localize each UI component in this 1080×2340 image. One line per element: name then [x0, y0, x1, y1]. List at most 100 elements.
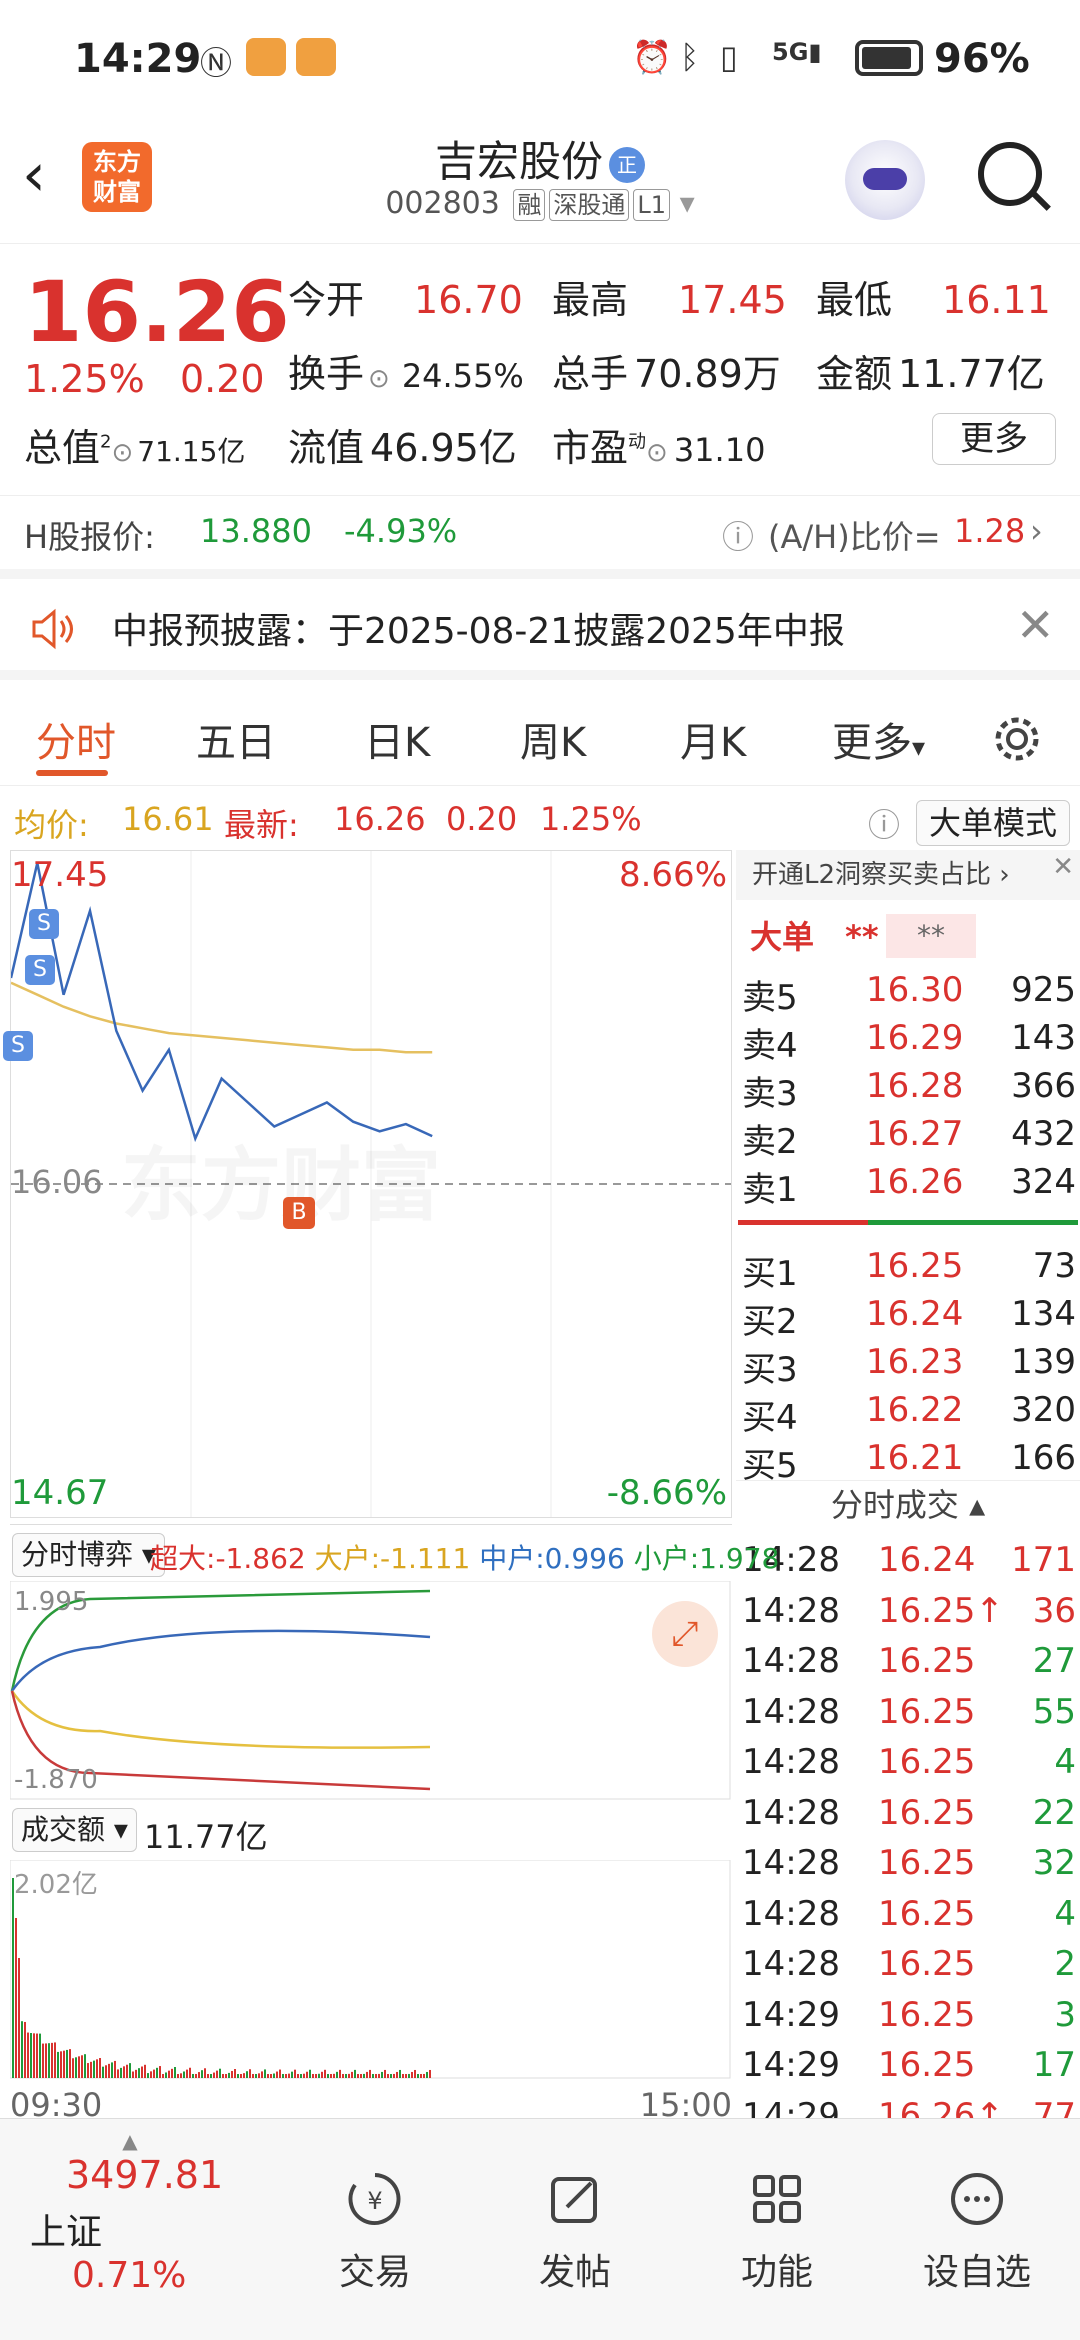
nav-post[interactable]: 发帖: [510, 2169, 640, 2295]
ask-row[interactable]: 卖3 16.28 366: [736, 1062, 1080, 1114]
notice-banner[interactable]: 中报预披露：于2025-08-21披露2025年中报 ✕: [0, 580, 1080, 680]
info-icon[interactable]: ⊙: [111, 438, 133, 468]
sell-marker[interactable]: S: [25, 955, 55, 985]
y-min-pct-label: -8.66%: [606, 1473, 727, 1513]
close-icon[interactable]: ✕: [1016, 598, 1055, 652]
l2-promo[interactable]: 开通L2洞察买卖占比 › ✕: [736, 850, 1080, 900]
high-label: 最高: [552, 278, 629, 322]
nav-features[interactable]: 功能: [712, 2169, 842, 2295]
volume-bar: [231, 2070, 233, 2078]
bid-row[interactable]: 买2 16.24 134: [736, 1290, 1080, 1342]
tick-price: 16.25: [878, 1691, 976, 1732]
ratio-bar-buy: [868, 1220, 1078, 1225]
volume-bar: [321, 2071, 323, 2078]
volume-bar: [120, 2067, 122, 2078]
nav-add-watchlist[interactable]: 设自选: [912, 2169, 1042, 2295]
volume-bar: [399, 2069, 401, 2078]
search-icon[interactable]: [978, 142, 1042, 206]
avg-value: 16.61: [122, 800, 214, 838]
intraday-chart[interactable]: 17.45 8.66% 16.06 14.67 -8.66% 东方财富 S S …: [3, 850, 732, 1518]
volume-bar: [378, 2073, 380, 2078]
ask-row[interactable]: 卖4 16.29 143: [736, 1014, 1080, 1066]
nav-trade[interactable]: ¥ 交易: [310, 2169, 440, 2295]
ask-row[interactable]: 卖5 16.30 925: [736, 966, 1080, 1018]
volume-bar: [258, 2073, 260, 2078]
ask-row-price: 16.29: [866, 1018, 964, 1058]
volume-bar: [309, 2069, 311, 2078]
volume-bar: [219, 2068, 221, 2078]
volume-bar: [348, 2073, 350, 2078]
info-icon[interactable]: ⊙: [368, 364, 390, 394]
ticks-header[interactable]: 分时成交 ▴: [736, 1480, 1080, 1530]
volume-chart[interactable]: 成交额 ▾ 11.77亿 2.02亿 09:30 15:00: [10, 1808, 732, 2124]
volume-selector[interactable]: 成交额 ▾: [12, 1808, 137, 1852]
volume-bar: [354, 2069, 356, 2078]
low-field: 最低 16.11: [816, 269, 1051, 324]
superscript: 动: [628, 431, 647, 453]
buy-marker[interactable]: B: [283, 1197, 315, 1229]
gear-icon[interactable]: [990, 712, 1044, 766]
sell-marker[interactable]: S: [3, 1031, 33, 1061]
sell-marker[interactable]: S: [29, 909, 59, 939]
caret-up-icon: ▴: [969, 1486, 986, 1524]
volume-bar: [210, 2074, 212, 2078]
bid-row[interactable]: 买4 16.22 320: [736, 1386, 1080, 1438]
ask-row-volume: 432: [1011, 1114, 1076, 1154]
tab-daily-k[interactable]: 日K: [364, 710, 430, 768]
tab-intraday[interactable]: 分时: [36, 710, 116, 768]
bid-row-label: 买3: [742, 1350, 798, 1390]
volume-bar: [387, 2074, 389, 2078]
flow-selector[interactable]: 分时博弈 ▾: [12, 1533, 165, 1577]
ai-assistant-icon[interactable]: [845, 140, 925, 220]
volume-bar: [423, 2073, 425, 2078]
volume-value: 70.89万: [634, 352, 781, 396]
mid-holder-line: [10, 1629, 431, 1692]
watermark: 东方财富: [121, 1121, 441, 1237]
tick-volume: 3: [1054, 1994, 1076, 2035]
bid-row[interactable]: 买3 16.23 139: [736, 1338, 1080, 1390]
tick-price: 16.24: [878, 1540, 976, 1580]
volume-bar: [147, 2073, 149, 2078]
bid-row-volume: 320: [1011, 1390, 1076, 1430]
tab-more[interactable]: 更多▾: [832, 710, 925, 768]
tab-weekly-k[interactable]: 周K: [520, 710, 586, 768]
close-icon[interactable]: ✕: [1052, 842, 1074, 892]
tick-volume: 171: [1011, 1540, 1076, 1580]
volume-bar: [132, 2071, 134, 2078]
tab-five-day[interactable]: 五日: [196, 710, 276, 768]
volume-bar: [408, 2073, 410, 2078]
mktcap-value: 71.15亿: [137, 435, 246, 468]
order-book-panel: 开通L2洞察买卖占比 › ✕ 大单 ** ** 卖5 16.30 925 卖4 16.29…: [736, 850, 1080, 2136]
info-icon[interactable]: ⊙: [646, 438, 668, 468]
chart-tabs: 分时 五日 日K 周K 月K 更多▾: [0, 690, 1080, 786]
more-button[interactable]: 更多: [932, 413, 1056, 465]
h-share-row[interactable]: H股报价: 13.880 -4.93% ⓘ (A/H)比价= 1.28 ›: [0, 495, 1080, 579]
volume-bar: [18, 1958, 20, 2078]
order-flow-chart[interactable]: 分时博弈 ▾ 超大:-1.862 大户:-1.111 中户:0.996 小户:1…: [10, 1524, 779, 1804]
volume-bar: [48, 2043, 50, 2078]
volume-bar: [351, 2071, 353, 2078]
volume-bar: [384, 2069, 386, 2078]
volume-bar: [24, 2021, 26, 2078]
bluetooth-icon: ᛒ: [680, 38, 700, 76]
index-ticker[interactable]: ▲ 3497.81 上证0.71%: [30, 2129, 230, 2296]
volume-bar: [39, 2033, 41, 2078]
bid-row[interactable]: 买5 16.21 166: [736, 1434, 1080, 1486]
y-min-label: 14.67: [11, 1473, 109, 1513]
big-order-mode-button[interactable]: 大单模式: [916, 800, 1071, 846]
expand-icon[interactable]: ⤢: [652, 1601, 718, 1667]
volume-bar: [342, 2074, 344, 2078]
volume-bar: [114, 2060, 116, 2078]
help-icon[interactable]: ⓘ: [868, 800, 900, 846]
volume-bar: [345, 2074, 347, 2078]
nav-features-label: 功能: [740, 2252, 813, 2293]
ask-row[interactable]: 卖2 16.27 432: [736, 1110, 1080, 1162]
help-icon[interactable]: ⓘ: [722, 512, 754, 558]
volume-bar: [429, 2069, 431, 2078]
volume-bar: [198, 2072, 200, 2078]
pe-field: 市盈动⊙ 31.10: [552, 417, 765, 472]
bid-row-volume: 166: [1011, 1438, 1076, 1478]
ask-row[interactable]: 卖1 16.26 324: [736, 1158, 1080, 1210]
bid-row[interactable]: 买1 16.25 73: [736, 1242, 1080, 1294]
tab-monthly-k[interactable]: 月K: [680, 710, 746, 768]
